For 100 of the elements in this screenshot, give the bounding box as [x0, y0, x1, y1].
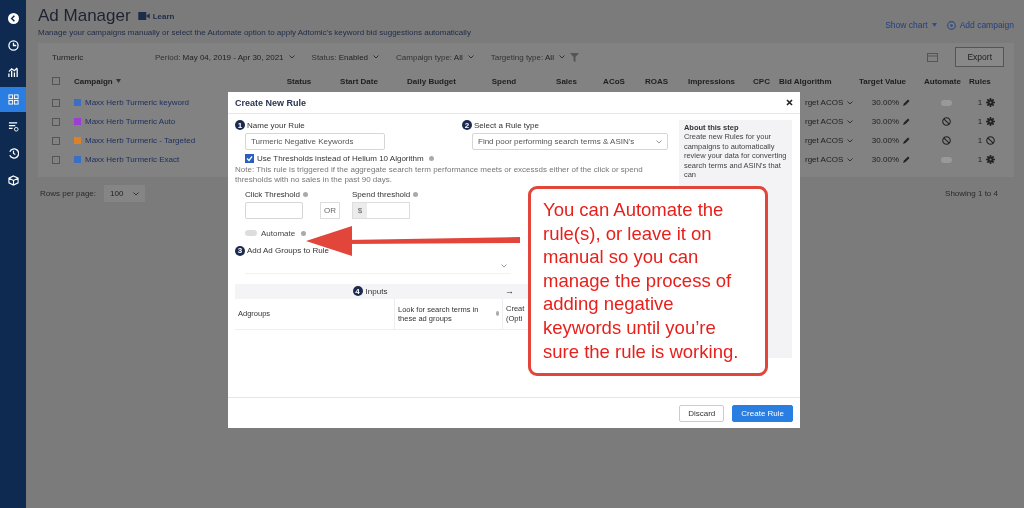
campaign-type-filter[interactable]: Campaign type: All — [396, 52, 463, 62]
checkbox-label: Use Thresholds instead of Helium 10 Algorithm — [257, 154, 424, 163]
toggle-label: Automate — [261, 228, 296, 238]
blocked-icon — [942, 117, 951, 126]
rule-name-field[interactable]: Turmeric Negative Keywords — [245, 133, 385, 150]
dialog-title: Create New Rule — [235, 97, 307, 108]
campaign-link[interactable]: Maxx Herb Turmeric - Targeted — [85, 136, 196, 145]
column-header: Campaign — [74, 76, 113, 86]
status-filter[interactable]: Status: Enabled — [311, 52, 369, 62]
field-label: Spend threshold — [352, 189, 411, 199]
page-subtitle: Manage your campaigns manually or select the Automate option to apply Adtomic's keyword bid suggestions automatically — [38, 28, 471, 37]
spend-threshold-field[interactable]: $ — [352, 201, 410, 219]
column-header: Spend — [491, 76, 517, 86]
clock-icon — [7, 40, 19, 51]
export-button[interactable]: Export — [955, 47, 1004, 67]
rule-type-select[interactable]: Find poor performing search terms & ASIN's — [472, 133, 668, 150]
discard-button[interactable]: Discard — [679, 404, 725, 422]
chevron-down-icon — [847, 100, 854, 105]
column-header: Daily Budget — [407, 76, 456, 86]
column-header: Automate — [924, 76, 961, 86]
show-chart-link[interactable]: Show chart — [885, 20, 928, 30]
search-field[interactable]: Turmeric — [52, 52, 138, 62]
bid-algorithm-dropdown[interactable]: rget ACOS — [805, 117, 844, 126]
select-all-checkbox[interactable] — [52, 77, 60, 85]
create-rule-button[interactable]: Create Rule — [732, 404, 793, 422]
history-icon — [7, 148, 19, 159]
table-cell: 30.00% — [871, 155, 899, 164]
pencil-icon[interactable] — [903, 156, 910, 163]
rows-per-page-select[interactable]: 100 — [104, 185, 146, 202]
table-cell: 30.00% — [871, 98, 899, 107]
chevron-down-icon — [467, 55, 474, 59]
column-header: Impressions — [687, 76, 736, 86]
grid-icon — [7, 94, 19, 105]
period-filter[interactable]: Period: May 04, 2019 - Apr 30, 2021 — [155, 52, 284, 62]
close-icon[interactable] — [786, 99, 793, 106]
next-arrow[interactable]: → — [505, 286, 514, 297]
help-icon — [495, 311, 499, 317]
caret-icon — [931, 23, 937, 27]
note-text: Note: This rule is triggered if the aggregate search term performance meets or excessds either of the click or spend thresholds with no sales in the past 90 days. — [235, 165, 644, 186]
learn-link[interactable]: Learn — [152, 11, 175, 21]
list-settings-icon — [7, 121, 19, 132]
help-icon — [303, 191, 308, 197]
blocked-icon — [942, 136, 951, 145]
gear-icon[interactable] — [986, 155, 996, 164]
row-checkbox[interactable] — [52, 98, 60, 107]
chevron-down-icon — [847, 138, 854, 143]
help-icon — [301, 230, 307, 236]
pencil-icon[interactable] — [903, 137, 910, 144]
click-threshold-field[interactable] — [245, 201, 303, 219]
field-label: Select a Rule type — [474, 120, 539, 130]
chevron-down-icon — [656, 139, 662, 144]
column-header: CPC — [753, 76, 770, 86]
step-number: 4 — [352, 286, 363, 297]
table-title: Inputs — [365, 286, 388, 296]
bid-algorithm-dropdown[interactable]: rget ACOS — [805, 136, 844, 145]
row-checkbox[interactable] — [52, 155, 60, 164]
back-icon — [7, 13, 19, 24]
showing-count: Showing 1 to 4 — [945, 189, 998, 198]
campaign-link[interactable]: Maxx Herb Turmeric keyword — [85, 98, 190, 107]
chevron-down-icon — [288, 55, 295, 59]
targeting-type-filter[interactable]: Targeting type: All — [490, 52, 554, 62]
chevron-down-icon — [133, 191, 140, 196]
table-cell: 30.00% — [871, 136, 899, 145]
rows-per-page-label: Rows per page: — [40, 189, 97, 198]
step-number: 3 — [235, 245, 245, 256]
rules-count: 1 — [977, 117, 983, 126]
chevron-down-icon — [558, 55, 565, 59]
pencil-icon[interactable] — [903, 99, 910, 106]
column-header: Status — [286, 76, 312, 86]
field-label: Add Ad Groups to Rule — [247, 246, 329, 256]
bid-algorithm-dropdown[interactable]: rget ACOS — [805, 98, 844, 107]
row-checkbox[interactable] — [52, 136, 60, 145]
or-label: OR — [320, 201, 340, 219]
thresholds-checkbox[interactable] — [245, 154, 254, 163]
video-icon — [137, 12, 150, 20]
column-header: ACoS — [603, 76, 625, 86]
field-label: Name your Rule — [247, 120, 305, 130]
add-campaign-link[interactable]: Add campaign — [959, 20, 1014, 30]
campaign-link[interactable]: Maxx Herb Turmeric Auto — [85, 117, 176, 126]
step-number: 1 — [235, 120, 245, 130]
box-icon — [7, 175, 19, 186]
pencil-icon[interactable] — [903, 118, 910, 125]
column-header: Target Value — [859, 76, 906, 86]
rules-count: 1 — [977, 98, 983, 107]
row-checkbox[interactable] — [52, 117, 60, 126]
page-title: Ad Manager — [38, 6, 131, 26]
bid-algorithm-dropdown[interactable]: rget ACOS — [805, 155, 844, 164]
chevron-down-icon — [847, 119, 854, 124]
automate-toggle[interactable] — [245, 230, 257, 237]
gear-icon[interactable] — [986, 98, 996, 107]
chevron-down-icon — [847, 157, 854, 162]
gear-icon[interactable] — [986, 117, 996, 126]
chevron-down-icon — [373, 55, 380, 59]
help-icon — [428, 156, 434, 161]
column-header: Bid Algorithm — [779, 76, 832, 86]
campaign-link[interactable]: Maxx Herb Turmeric Exact — [85, 155, 180, 164]
add-circle-icon — [946, 20, 956, 30]
blocked-icon — [986, 136, 996, 145]
rules-count: 1 — [977, 155, 983, 164]
column-header: Rules — [969, 76, 991, 86]
